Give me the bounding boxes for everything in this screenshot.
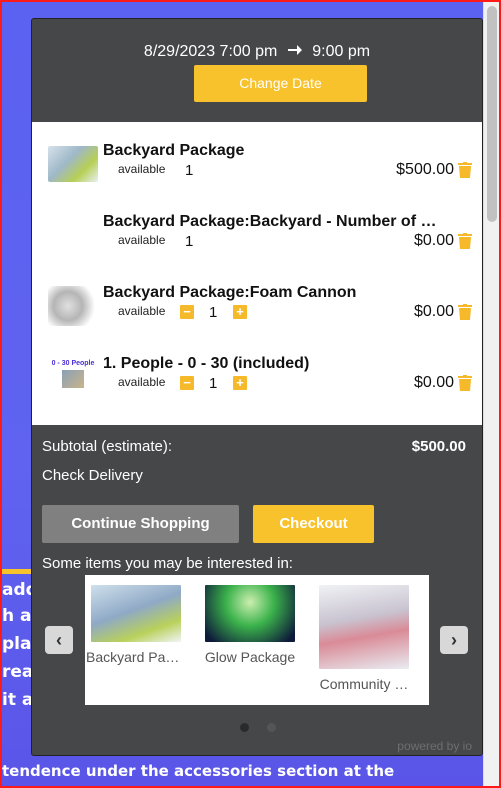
carousel-pagination [240,719,294,737]
item-price: $0.00 [413,232,454,249]
quantity-increase-button[interactable]: + [233,376,247,390]
check-delivery-link[interactable]: Check Delivery [42,467,143,484]
cart-item: Backyard Package:Foam Cannon available −… [32,284,482,354]
quantity-decrease-button[interactable]: − [180,305,194,319]
cart-items-list: Backyard Package available 1 $500.00 Bac… [32,122,482,425]
suggestion-card[interactable]: Glow Package [200,585,300,665]
suggestions-heading: Some items you may be interested in: [42,555,293,572]
people-thumbnail-photo [62,370,84,388]
trash-icon[interactable] [458,233,472,249]
scrollbar-thumb[interactable] [487,6,497,222]
item-availability: available [118,162,166,176]
item-thumbnail [48,286,98,326]
suggestions-carousel: Backyard Pac… Glow Package Community … [85,575,429,705]
background-bottom-text: tendence under the accessories section a… [2,762,395,780]
item-quantity: 1 [185,233,194,250]
quantity-decrease-button[interactable]: − [180,376,194,390]
item-name: Backyard Package:Foam Cannon [103,284,357,301]
suggestion-image [91,585,181,642]
powered-by-label: powered by io [397,739,472,753]
cart-item: 0 - 30 People 1. People - 0 - 30 (includ… [32,355,482,425]
arrow-right-icon [287,43,302,61]
item-name: Backyard Package:Backyard - Number of … [103,213,437,230]
change-date-button[interactable]: Change Date [194,65,367,102]
item-availability: available [118,304,166,318]
carousel-dot-active[interactable] [240,723,249,732]
item-thumbnail [48,146,98,182]
people-thumbnail-label: 0 - 30 People [51,360,95,367]
trash-icon[interactable] [458,375,472,391]
cart-item: Backyard Package available 1 $500.00 [32,142,482,212]
page-scrollbar[interactable] [483,2,499,786]
cart-item: Backyard Package:Backyard - Number of … … [32,213,482,283]
continue-shopping-button[interactable]: Continue Shopping [42,505,239,543]
item-availability: available [118,375,166,389]
background-text-3: pla [2,634,32,654]
cart-panel: 8/29/2023 7:00 pm 9:00 pm Change Date Ba… [31,18,483,756]
item-name: 1. People - 0 - 30 (included) [103,355,310,372]
suggestion-card[interactable]: Community … [314,585,414,692]
item-quantity: 1 [185,162,194,179]
trash-icon[interactable] [458,162,472,178]
item-price: $0.00 [413,303,454,320]
carousel-next-button[interactable]: › [440,626,468,654]
suggestion-image [319,585,409,669]
item-name: Backyard Package [103,142,245,159]
background-accent-line [2,569,31,574]
item-availability: available [118,233,166,247]
date-end: 9:00 pm [312,43,371,60]
suggestion-card[interactable]: Backyard Pac… [86,585,186,665]
quantity-increase-button[interactable]: + [233,305,247,319]
item-price: $0.00 [413,374,454,391]
date-start: 8/29/2023 7:00 pm [143,43,278,60]
subtotal-value: $500.00 [411,438,466,455]
checkout-button[interactable]: Checkout [253,505,374,543]
item-quantity[interactable]: 1 [209,304,217,321]
carousel-dot[interactable] [267,723,276,732]
date-range: 8/29/2023 7:00 pm 9:00 pm [32,43,482,61]
item-thumbnail: 0 - 30 People [48,357,98,393]
item-quantity[interactable]: 1 [209,375,217,392]
trash-icon[interactable] [458,304,472,320]
suggestion-name: Community … [319,676,409,692]
subtotal-label: Subtotal (estimate): [42,438,173,455]
suggestion-name: Backyard Pac… [86,649,186,665]
page-frame: add h as pla reat it ar tendence under t… [0,0,501,788]
carousel-prev-button[interactable]: ‹ [45,626,73,654]
suggestion-image [205,585,295,642]
cart-header: 8/29/2023 7:00 pm 9:00 pm Change Date [32,19,482,122]
suggestion-name: Glow Package [204,649,296,665]
item-price: $500.00 [396,161,454,178]
